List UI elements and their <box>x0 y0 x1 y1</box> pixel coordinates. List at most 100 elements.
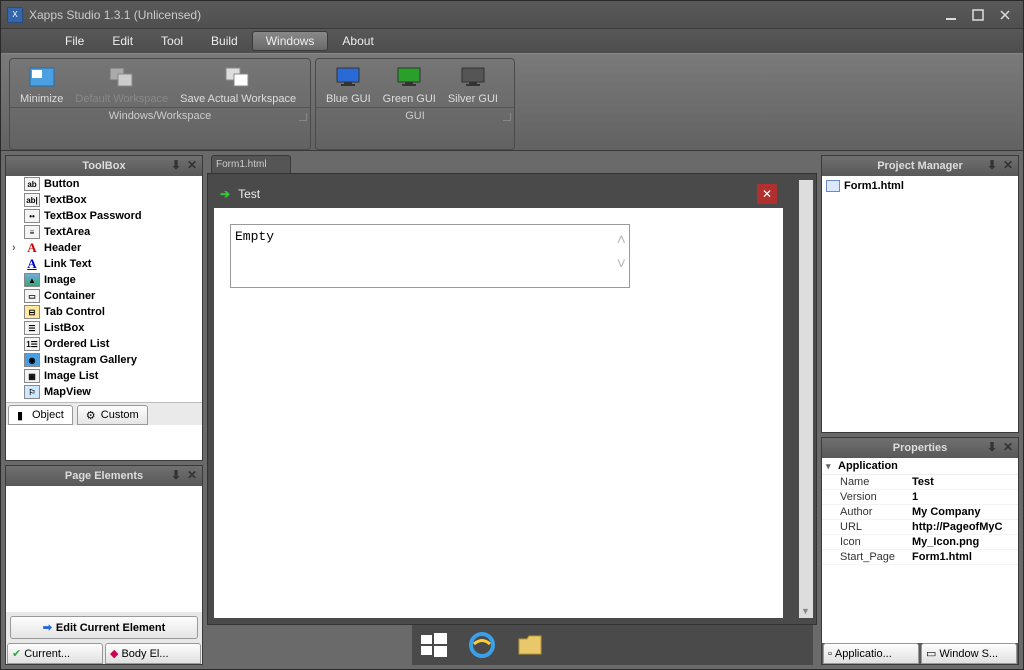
property-row[interactable]: URLhttp://PageofMyC <box>822 520 1018 535</box>
folder-icon[interactable] <box>516 631 544 659</box>
internet-explorer-icon[interactable] <box>468 631 496 659</box>
image-icon: ▲ <box>24 273 40 287</box>
app-logo-icon: X <box>7 7 23 23</box>
ribbon-silver-gui-button[interactable]: Silver GUI <box>442 63 504 107</box>
ribbon-group-title: GUI <box>316 107 514 124</box>
toolbox-item-listbox[interactable]: ☰ListBox <box>6 320 202 336</box>
property-value[interactable]: http://PageofMyC <box>912 521 1018 533</box>
panel-pin-icon[interactable]: ⬇ <box>168 468 184 482</box>
menu-windows[interactable]: Windows <box>252 31 329 51</box>
header-icon: A <box>24 241 40 255</box>
container-icon: ▭ <box>24 289 40 303</box>
panel-close-icon[interactable]: ✕ <box>184 468 200 482</box>
page-elements-tab-body[interactable]: ◆Body El... <box>105 643 201 664</box>
window-close-button[interactable] <box>993 6 1017 24</box>
ribbon-dialog-launcher-icon[interactable] <box>299 113 307 121</box>
imagelist-icon: ▦ <box>24 369 40 383</box>
property-key: Version <box>840 491 912 503</box>
chevron-down-icon: ▾ <box>826 461 838 472</box>
property-section[interactable]: ▾Application <box>822 458 1018 475</box>
toolbox-list[interactable]: abButton ab|TextBox ••TextBox Password ≡… <box>6 176 202 402</box>
toolbox-item-mapview[interactable]: ⚐MapView <box>6 384 202 400</box>
toolbox-item-linktext[interactable]: ALink Text <box>6 256 202 272</box>
project-file-item[interactable]: Form1.html <box>826 180 1014 192</box>
ribbon-btn-label: Minimize <box>20 93 63 105</box>
toolbox-item-textbox[interactable]: ab|TextBox <box>6 192 202 208</box>
window-minimize-button[interactable] <box>939 6 963 24</box>
property-row[interactable]: Start_PageForm1.html <box>822 550 1018 565</box>
instagram-icon: ◉ <box>24 353 40 367</box>
ribbon-green-gui-button[interactable]: Green GUI <box>377 63 442 107</box>
ribbon-blue-gui-button[interactable]: Blue GUI <box>320 63 377 107</box>
toolbox-item-instagram[interactable]: ◉Instagram Gallery <box>6 352 202 368</box>
property-key: Author <box>840 506 912 518</box>
property-key: Start_Page <box>840 551 912 563</box>
design-textarea[interactable] <box>230 224 630 288</box>
chevron-down-icon[interactable]: ˅ <box>617 256 626 274</box>
panel-close-icon[interactable]: ✕ <box>184 158 200 172</box>
page-elements-header: Page Elements ⬇✕ <box>6 466 202 486</box>
form-vertical-scrollbar[interactable] <box>799 180 813 618</box>
object-tab-icon: ▮ <box>17 409 29 421</box>
property-row[interactable]: Version1 <box>822 490 1018 505</box>
panel-pin-icon[interactable]: ⬇ <box>984 440 1000 454</box>
toolbox-tabs: ▮Object ⚙Custom <box>6 402 202 425</box>
ribbon-dialog-launcher-icon[interactable] <box>503 113 511 121</box>
ribbon-save-workspace-button[interactable]: Save Actual Workspace <box>174 63 302 107</box>
arrow-right-icon: ➔ <box>220 187 230 201</box>
toolbox-item-header[interactable]: AHeader <box>6 240 202 256</box>
toolbox-item-orderedlist[interactable]: 1☰Ordered List <box>6 336 202 352</box>
form-tab[interactable]: Form1.html <box>211 155 291 173</box>
properties-tab-application[interactable]: ▫Applicatio... <box>823 643 919 664</box>
properties-tab-windows[interactable]: ▭Window S... <box>921 643 1017 664</box>
toolbox-item-tabcontrol[interactable]: ⊟Tab Control <box>6 304 202 320</box>
chevron-up-icon[interactable]: ˄ <box>617 232 626 250</box>
titlebar: X Xapps Studio 1.3.1 (Unlicensed) <box>1 1 1023 29</box>
form-window-title: Test <box>238 187 260 201</box>
menu-build[interactable]: Build <box>197 31 252 51</box>
form-designer-frame: ➔ Test ✕ ˄˅ <box>207 173 817 625</box>
panel-close-icon[interactable]: ✕ <box>1000 440 1016 454</box>
panel-pin-icon[interactable]: ⬇ <box>984 158 1000 172</box>
toolbox-tab-custom[interactable]: ⚙Custom <box>77 405 148 425</box>
menu-file[interactable]: File <box>51 31 98 51</box>
check-icon: ✔ <box>12 647 21 660</box>
toolbox-item-button[interactable]: abButton <box>6 176 202 192</box>
property-value[interactable]: Test <box>912 476 1018 488</box>
toolbox-item-image[interactable]: ▲Image <box>6 272 202 288</box>
ribbon-group-workspace: Minimize Default Workspace Save Actual W… <box>9 58 311 150</box>
property-value[interactable]: 1 <box>912 491 1018 503</box>
toolbox-item-textarea[interactable]: ≡TextArea <box>6 224 202 240</box>
property-row[interactable]: AuthorMy Company <box>822 505 1018 520</box>
panel-pin-icon[interactable]: ⬇ <box>168 158 184 172</box>
property-row[interactable]: IconMy_Icon.png <box>822 535 1018 550</box>
page-elements-body <box>6 486 202 612</box>
textarea-icon: ≡ <box>24 225 40 239</box>
page-elements-panel: Page Elements ⬇✕ ➡Edit Current Element ✔… <box>5 465 203 665</box>
ribbon-btn-label: Green GUI <box>383 93 436 105</box>
property-row[interactable]: NameTest <box>822 475 1018 490</box>
property-value[interactable]: My_Icon.png <box>912 536 1018 548</box>
toolbox-item-container[interactable]: ▭Container <box>6 288 202 304</box>
window-maximize-button[interactable] <box>966 6 990 24</box>
ribbon-default-workspace-button[interactable]: Default Workspace <box>69 63 174 107</box>
page-elements-tab-current[interactable]: ✔Current... <box>7 643 103 664</box>
textarea-scroll-icons: ˄˅ <box>617 232 626 274</box>
toolbox-tab-object[interactable]: ▮Object <box>8 405 73 425</box>
windows-logo-icon[interactable] <box>420 631 448 659</box>
property-value[interactable]: Form1.html <box>912 551 1018 563</box>
menu-about[interactable]: About <box>328 31 387 51</box>
menu-edit[interactable]: Edit <box>98 31 147 51</box>
ribbon-minimize-button[interactable]: Minimize <box>14 63 69 107</box>
form-body[interactable]: ˄˅ <box>214 208 783 618</box>
menubar: File Edit Tool Build Windows About <box>1 29 1023 53</box>
toolbox-item-textbox-password[interactable]: ••TextBox Password <box>6 208 202 224</box>
edit-current-element-button[interactable]: ➡Edit Current Element <box>10 616 198 639</box>
property-value[interactable]: My Company <box>912 506 1018 518</box>
form-close-button[interactable]: ✕ <box>757 184 777 204</box>
toolbox-item-imagelist[interactable]: ▦Image List <box>6 368 202 384</box>
panel-close-icon[interactable]: ✕ <box>1000 158 1016 172</box>
ribbon: Minimize Default Workspace Save Actual W… <box>1 53 1023 151</box>
app-window: X Xapps Studio 1.3.1 (Unlicensed) File E… <box>0 0 1024 670</box>
menu-tool[interactable]: Tool <box>147 31 197 51</box>
